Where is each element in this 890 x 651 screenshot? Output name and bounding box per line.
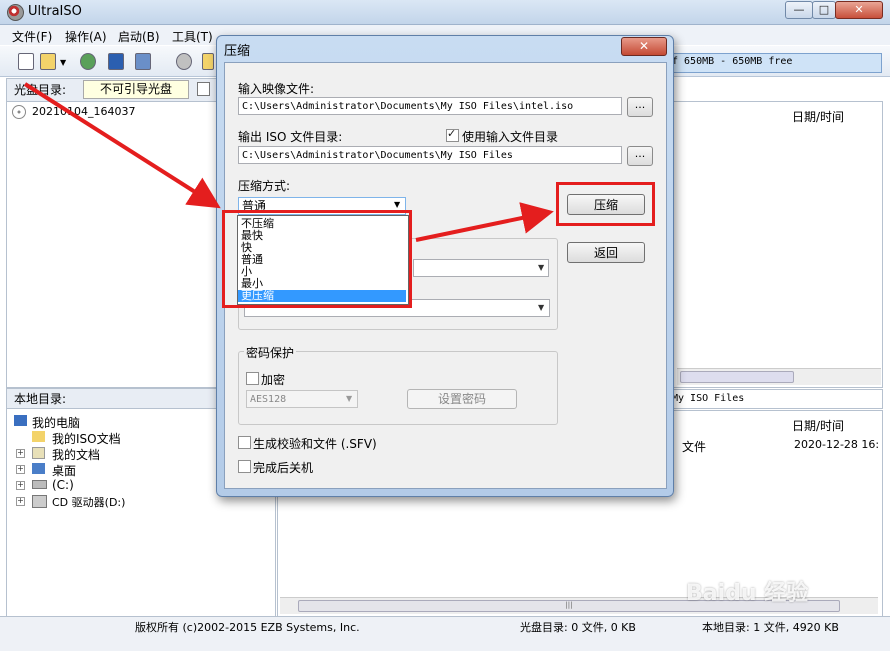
arrow-to-compress — [415, 202, 554, 242]
watermark: Baidu 经验 — [686, 581, 809, 606]
arrow-to-dropdown — [23, 82, 221, 209]
annotation-arrows — [23, 82, 554, 242]
